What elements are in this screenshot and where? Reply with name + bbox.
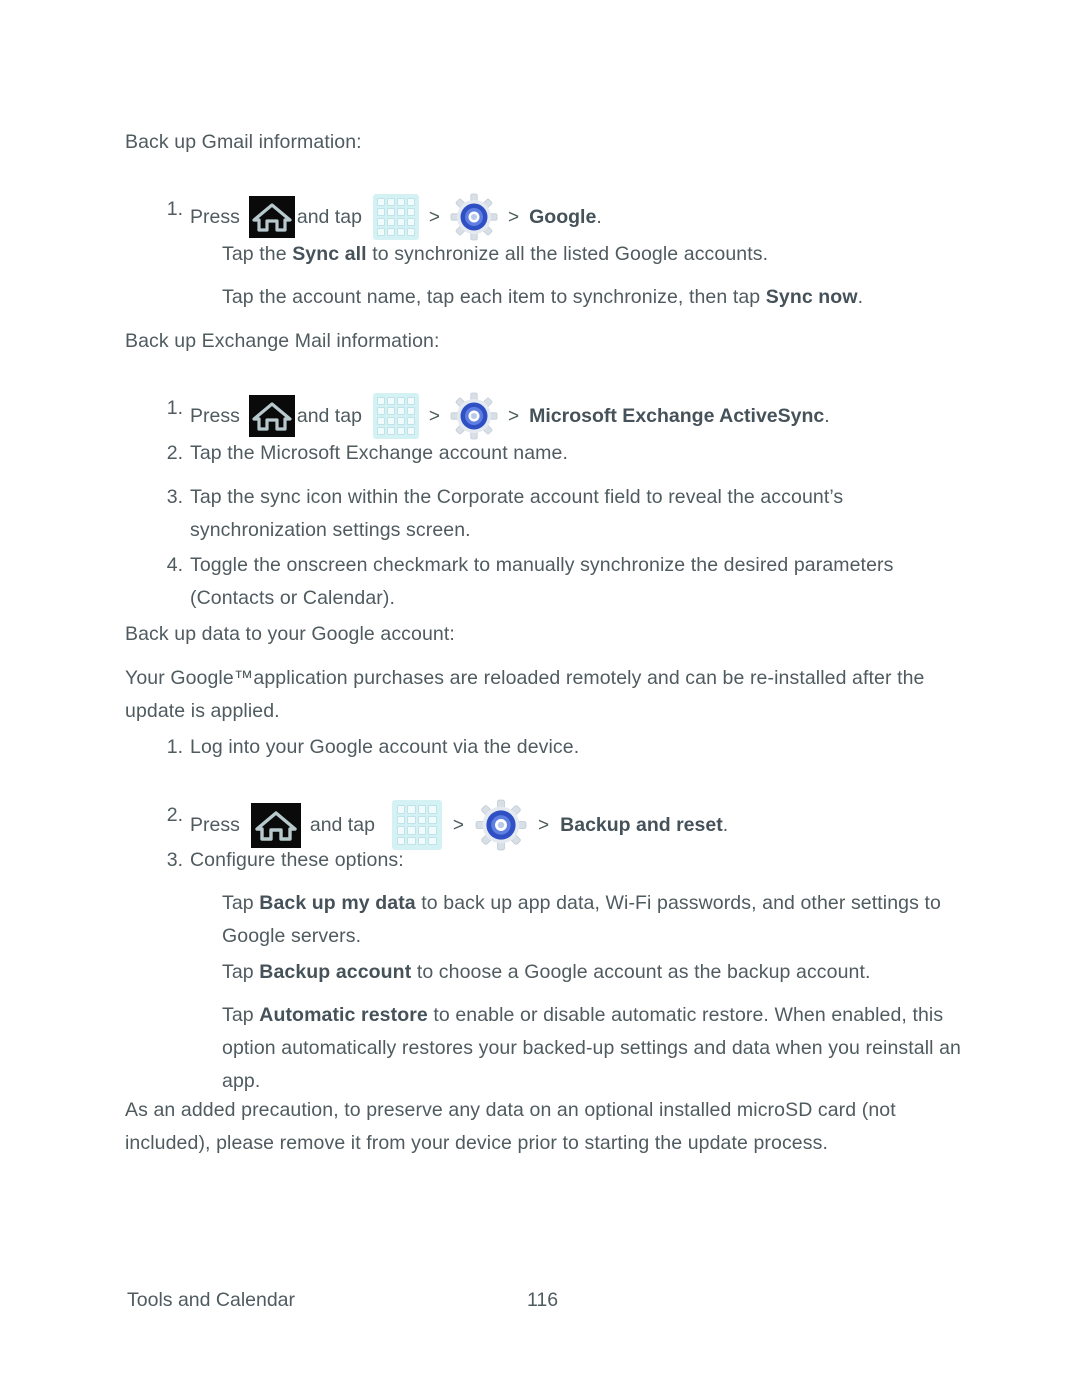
option-automatic-restore: Tap Automatic restore to enable or disab…	[222, 999, 967, 1098]
list-number: 1.	[166, 736, 183, 758]
closing-note: As an added precaution, to preserve any …	[125, 1099, 896, 1154]
step-target-backup-reset: Backup and reset	[560, 813, 723, 836]
list-number: 3.	[166, 849, 183, 871]
option-bold: Back up my data	[259, 892, 416, 914]
note-bold: Sync now	[765, 286, 858, 308]
section-heading-exchange: Back up Exchange Mail information:	[125, 330, 440, 352]
list-number: 4.	[166, 554, 183, 576]
option-prefix: Tap	[222, 1004, 260, 1026]
home-button-icon[interactable]	[250, 802, 301, 848]
list-number: 2.	[166, 804, 183, 826]
step-row-press-and-tap-activesync: Press and tap > > Microsoft Exchange Act…	[190, 392, 830, 440]
option-bold: Backup account	[259, 961, 412, 983]
note-prefix: Tap the	[222, 243, 293, 265]
separator-icon: >	[428, 206, 441, 228]
separator-icon: >	[538, 814, 550, 836]
home-button-icon[interactable]	[248, 196, 295, 238]
apps-grid-icon[interactable]	[391, 800, 442, 850]
apps-grid-icon[interactable]	[372, 393, 419, 439]
note-suffix: .	[857, 286, 864, 308]
list-number: 3.	[166, 486, 183, 508]
document-page: Back up Gmail information: 1. Press and …	[0, 0, 1080, 1397]
step-row-press-and-tap-google: Press and tap > > Google .	[190, 193, 602, 241]
press-label: Press	[190, 404, 240, 427]
and-tap-label: and tap	[296, 404, 362, 427]
option-bold: Automatic restore	[259, 1004, 428, 1026]
list-number: 1.	[166, 198, 183, 220]
step-text: Log into your Google account via the dev…	[190, 736, 580, 758]
separator-icon: >	[452, 814, 465, 836]
settings-gear-icon[interactable]	[450, 193, 498, 241]
list-number: 2.	[166, 442, 183, 464]
press-label: Press	[190, 205, 240, 228]
separator-icon: >	[428, 405, 441, 427]
step-text: Tap the Microsoft Exchange account name.	[190, 442, 568, 464]
and-tap-label: and tap	[296, 205, 362, 228]
footer-page-number: 116	[527, 1289, 559, 1311]
section-intro-paragraph: Your Google™application purchases are re…	[125, 667, 925, 722]
note-suffix: to synchronize all the listed Google acc…	[366, 243, 769, 265]
option-prefix: Tap	[222, 961, 260, 983]
apps-grid-icon[interactable]	[372, 194, 419, 240]
step-text: Tap the sync icon within the Corporate a…	[190, 486, 844, 541]
press-label: Press	[190, 813, 240, 836]
option-prefix: Tap	[222, 892, 260, 914]
step-trailing-punctuation: .	[722, 813, 729, 836]
step-text: Toggle the onscreen checkmark to manuall…	[190, 554, 894, 609]
separator-icon: >	[508, 206, 520, 228]
settings-gear-icon[interactable]	[450, 392, 498, 440]
step-trailing-punctuation: .	[824, 404, 830, 427]
step-target-activesync: Microsoft Exchange ActiveSync	[529, 404, 825, 427]
note-sync-all: Tap the Sync all to synchronize all the …	[222, 238, 967, 271]
footer-section-label: Tools and Calendar	[127, 1289, 296, 1311]
section-heading-google-account: Back up data to your Google account:	[125, 623, 455, 645]
separator-icon: >	[508, 405, 520, 427]
and-tap-label: and tap	[309, 813, 375, 836]
note-sync-now: Tap the account name, tap each item to s…	[222, 281, 967, 314]
step-trailing-punctuation: .	[596, 205, 602, 228]
step-target-google: Google	[529, 205, 597, 228]
list-number: 1.	[166, 397, 183, 419]
step-text: Configure these options:	[190, 849, 404, 871]
note-bold: Sync all	[292, 243, 367, 265]
option-back-up-my-data: Tap Back up my data to back up app data,…	[222, 887, 967, 953]
home-button-icon[interactable]	[248, 395, 295, 437]
note-prefix: Tap the account name, tap each item to s…	[222, 286, 766, 308]
option-suffix: to choose a Google account as the backup…	[411, 961, 871, 983]
section-heading-gmail: Back up Gmail information:	[125, 131, 362, 153]
option-backup-account: Tap Backup account to choose a Google ac…	[222, 956, 967, 989]
